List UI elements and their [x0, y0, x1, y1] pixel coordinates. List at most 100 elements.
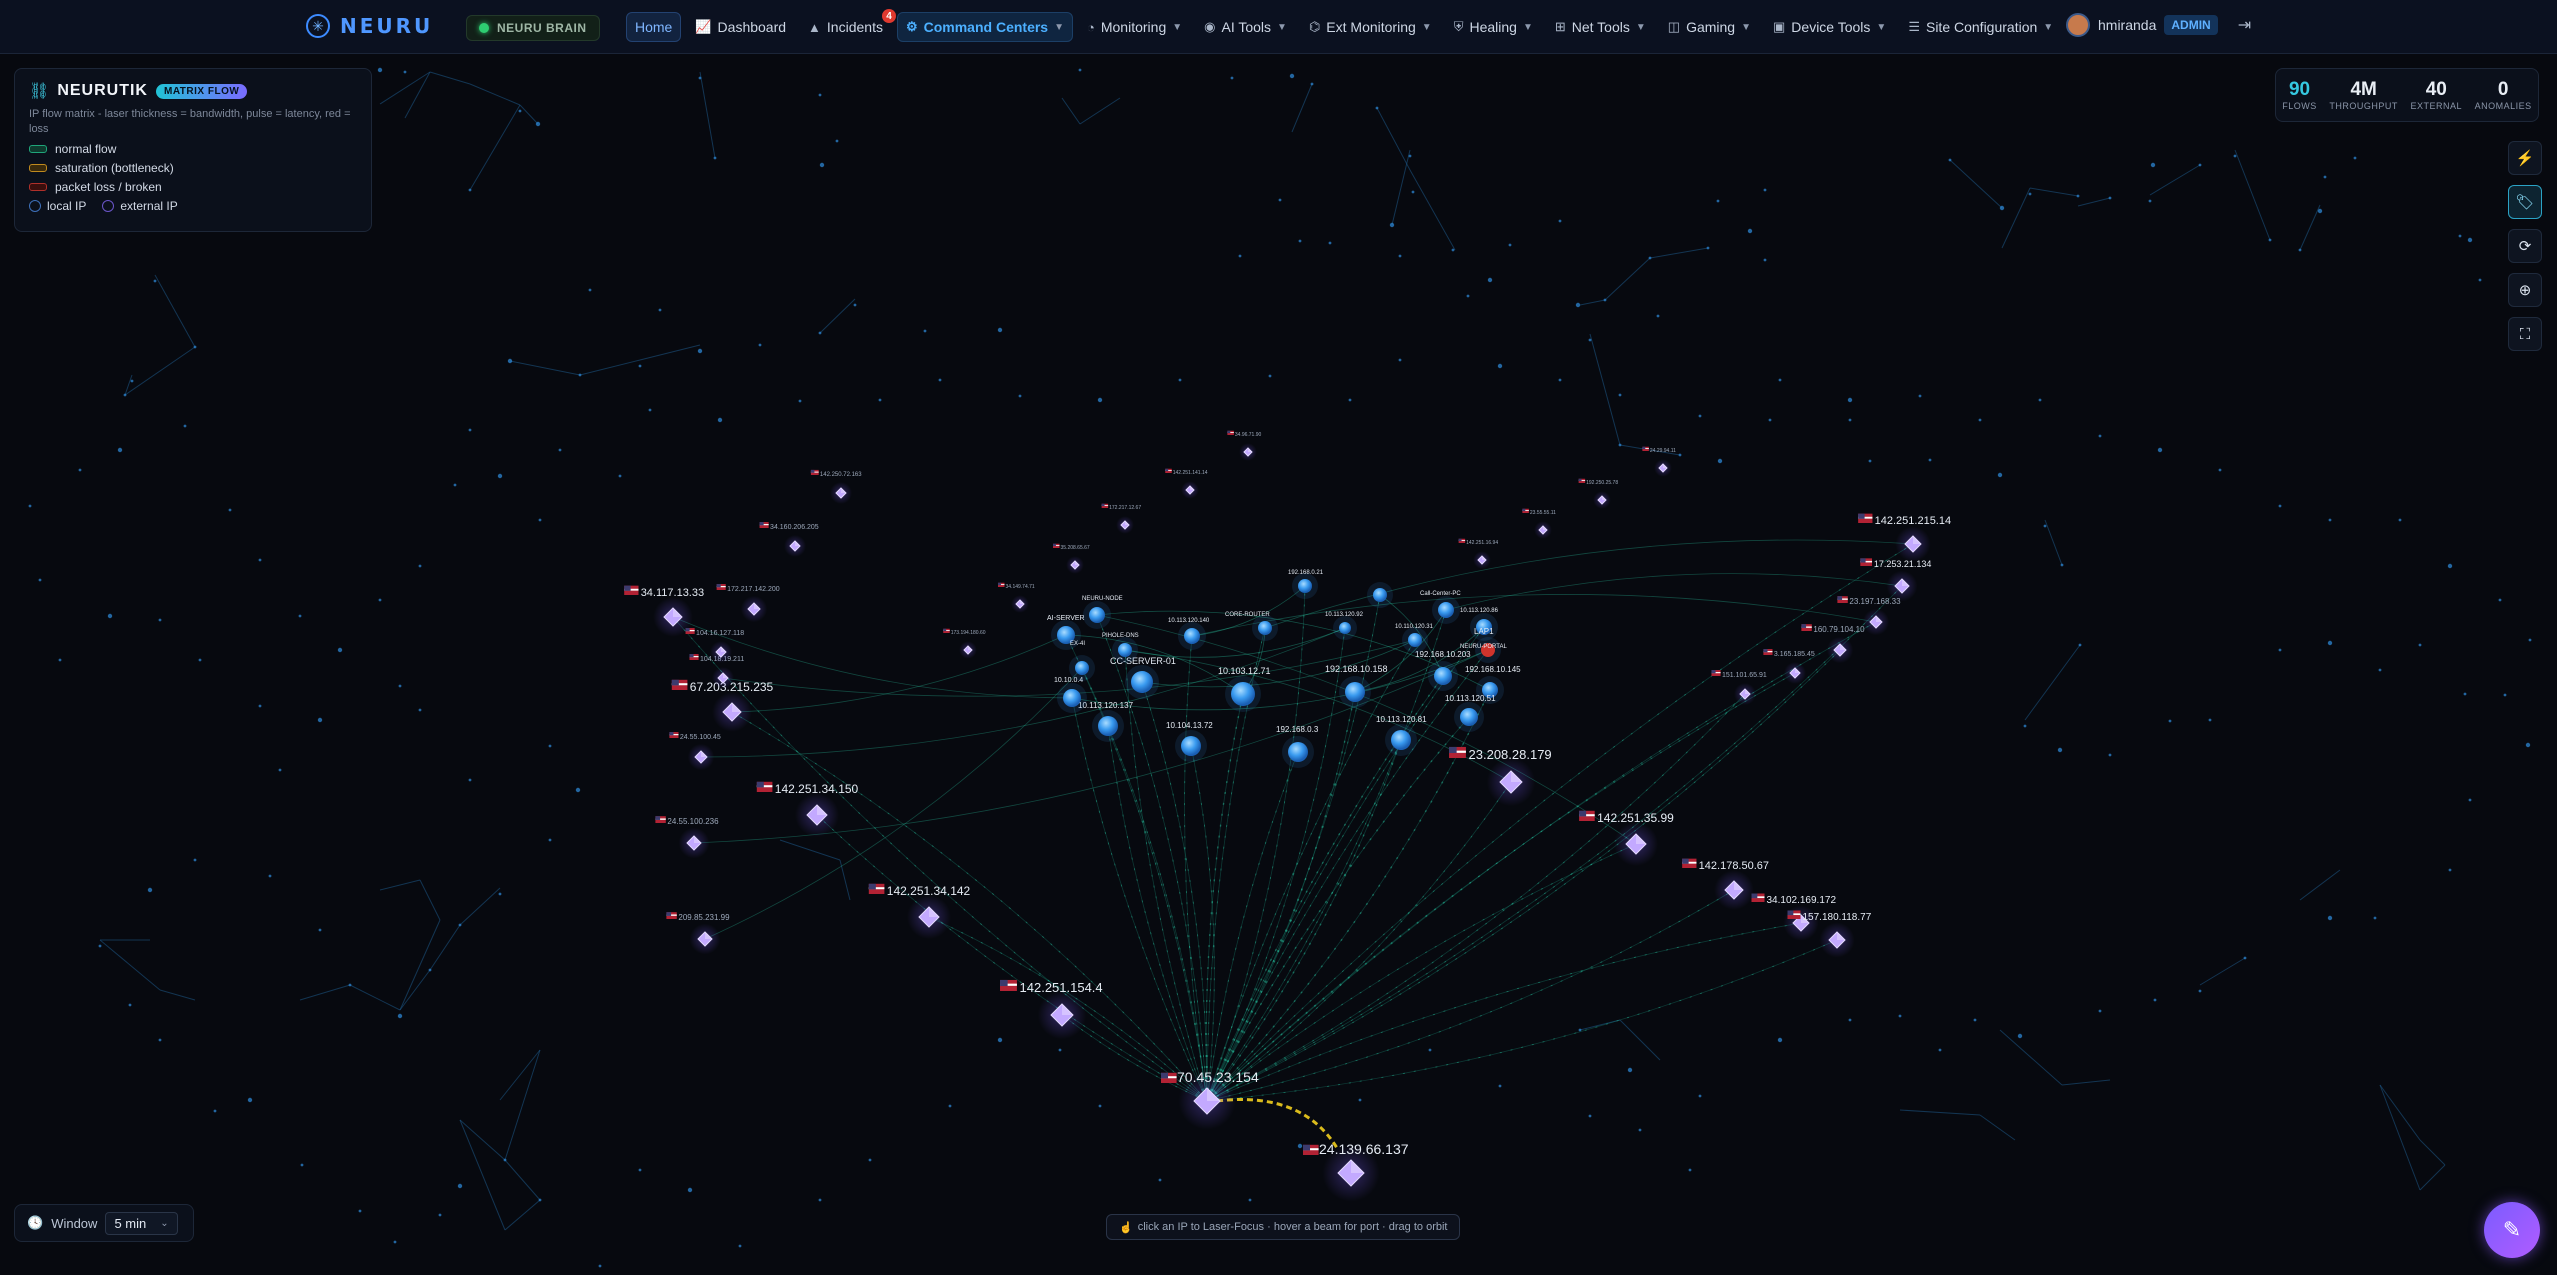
stat-label: FLOWS	[2282, 101, 2317, 111]
external-ip-label: 192.250.25.78	[1586, 480, 1618, 486]
nav-ext-monitoring[interactable]: ⌬ Ext Monitoring ▼	[1301, 12, 1440, 42]
external-ip-node[interactable]: 142.251.16.94	[1458, 538, 1499, 569]
legend-label: packet loss / broken	[55, 180, 162, 194]
main-nav: Home 📈 Dashboard ▲ Incidents 4 ⚙ Command…	[626, 9, 2061, 42]
nav-monitoring[interactable]: ◔ Monitoring ▼	[1079, 12, 1190, 42]
brand[interactable]: ✳ NEURU	[306, 14, 433, 38]
external-ip-node[interactable]: 34.149.74.71	[998, 582, 1035, 613]
nav-site-configuration[interactable]: ☰ Site Configuration ▼	[1900, 12, 2061, 42]
bolt-icon[interactable]: ⚡	[2508, 141, 2542, 175]
local-ip-node[interactable]: 10.113.120.92	[1325, 612, 1364, 640]
external-ip-node[interactable]: 151.101.65.91	[1711, 670, 1767, 705]
target-icon[interactable]: ⊕	[2508, 273, 2542, 307]
hint-text: click an IP to Laser-Focus · hover a bea…	[1137, 1221, 1448, 1233]
external-ip-label: 142.251.34.142	[887, 884, 971, 898]
brain-icon: ◉	[1204, 19, 1216, 34]
local-ip-node[interactable]: 10.113.120.81	[1376, 715, 1427, 756]
local-ip-label: 192.168.10.158	[1325, 664, 1388, 674]
nav-dashboard[interactable]: 📈 Dashboard	[687, 12, 794, 42]
external-ip-label: 209.85.231.99	[678, 913, 730, 922]
local-ip-node[interactable]: 192.168.0.21	[1288, 570, 1324, 599]
external-ip-node[interactable]: 142.250.72.163	[810, 469, 862, 504]
satellite-icon: ⌬	[1308, 19, 1321, 34]
stat-label: EXTERNAL	[2410, 101, 2463, 111]
local-ip-node[interactable]: 10.10.0.4	[1054, 677, 1087, 713]
local-ip-node[interactable]: 10.113.120.140	[1168, 618, 1210, 650]
tag-icon[interactable]: 🏷	[2508, 185, 2542, 219]
local-ip-node[interactable]: PIHOLE-DNS	[1102, 633, 1139, 663]
external-ip-node[interactable]: 34.160.206.205	[759, 522, 819, 557]
local-ip-label: 10.113.120.86	[1460, 608, 1499, 614]
nav-ai-tools-label: AI Tools	[1221, 19, 1272, 35]
nav-command-centers[interactable]: ⚙ Command Centers ▼	[896, 12, 1073, 42]
nav-gaming[interactable]: ◫ Gaming ▼	[1660, 12, 1759, 42]
external-ip-node[interactable]: 34.96.71.90	[1227, 430, 1262, 461]
top-nav-bar: ✳ NEURU NEURU BRAIN Home 📈 Dashboard ▲ I…	[0, 0, 2557, 54]
local-ip-label: 10.103.12.71	[1218, 666, 1271, 676]
external-ip-node[interactable]: 17.253.21.134	[1860, 558, 1931, 602]
external-ip-swatch	[102, 200, 115, 212]
external-ip-node[interactable]: 172.217.142.200	[716, 584, 780, 623]
ai-assistant-button[interactable]: ✎	[2484, 1202, 2540, 1258]
local-ip-label: 10.113.120.140	[1168, 618, 1210, 624]
local-ip-node[interactable]: NEURU-NODE	[1082, 596, 1123, 629]
legend-title: NEURUTIK	[57, 82, 148, 99]
time-window-control: 🕓 Window 5 min ⌄	[14, 1204, 194, 1242]
external-ip-node[interactable]: 35.208.65.67	[1053, 543, 1090, 574]
local-ip-label: AI-SERVER	[1047, 615, 1085, 622]
local-ip-node[interactable]: 192.168.10.203	[1415, 650, 1471, 691]
hub-node[interactable]: 70.45.23.154	[1161, 1069, 1259, 1130]
neuru-brain-status[interactable]: NEURU BRAIN	[466, 15, 600, 41]
external-ip-node[interactable]: 24.55.100.236	[655, 816, 719, 859]
local-ip-node[interactable]: LAP1	[1470, 613, 1498, 641]
external-ip-label: 142.251.215.14	[1875, 515, 1951, 527]
external-ip-node[interactable]: 23.208.28.179	[1449, 746, 1552, 807]
user-menu[interactable]: hmiranda ADMIN ⇥	[2066, 13, 2251, 37]
logout-icon[interactable]: ⇥	[2238, 15, 2251, 35]
local-ip-label: 10.113.120.51	[1445, 694, 1496, 703]
nav-device-tools[interactable]: ▣ Device Tools ▼	[1765, 12, 1894, 42]
external-ip-node[interactable]: 142.178.50.67	[1682, 858, 1769, 910]
fullscreen-icon[interactable]: ⛶	[2508, 317, 2542, 351]
avatar	[2066, 13, 2090, 37]
stat-value: 40	[2425, 79, 2447, 100]
local-ip-node[interactable]: 10.103.12.71	[1218, 666, 1271, 712]
external-ip-node[interactable]: 173.194.180.60	[943, 628, 986, 659]
external-ip-label: 142.251.16.94	[1466, 540, 1498, 546]
local-ip-node[interactable]: 192.168.0.3	[1276, 725, 1319, 768]
external-ip-node[interactable]: 142.251.34.150	[756, 781, 859, 837]
local-ip-label: 192.168.0.21	[1288, 570, 1324, 576]
local-ip-node[interactable]: 10.104.13.72	[1166, 721, 1213, 762]
external-ip-node[interactable]: 142.251.34.142	[868, 883, 971, 939]
nav-healing[interactable]: ⛨ Healing ▼	[1446, 12, 1541, 42]
stat-value: 4M	[2350, 79, 2377, 100]
external-ip-node[interactable]: 142.251.154.4	[1000, 979, 1103, 1040]
local-ip-node[interactable]: 10.113.120.51	[1445, 694, 1496, 732]
external-ip-node[interactable]: 23.55.55.11	[1522, 508, 1556, 539]
flow-matrix-canvas[interactable]: 10.103.12.71 192.168.10.158 192.168.10.203…	[0, 54, 2557, 1275]
external-ip-label: 157.180.118.77	[1803, 912, 1872, 923]
stat-value: 90	[2288, 79, 2311, 100]
bottleneck-peer-node[interactable]: 24.139.66.137	[1303, 1141, 1409, 1202]
external-ip-label: 24.55.100.236	[667, 817, 719, 826]
external-ip-node[interactable]: 24.55.100.45	[669, 732, 721, 771]
nav-incidents[interactable]: ▲ Incidents 4	[800, 9, 897, 42]
refresh-icon[interactable]: ⟳	[2508, 229, 2542, 263]
external-ip-label: 142.250.72.163	[820, 472, 862, 478]
external-ip-node[interactable]: 209.85.231.99	[666, 912, 730, 955]
nav-home[interactable]: Home	[626, 12, 682, 42]
local-ip-node[interactable]: CC-SERVER-01	[1110, 656, 1176, 699]
external-ip-node[interactable]: 142.251.215.14	[1858, 513, 1951, 562]
external-ip-node[interactable]: 142.251.141.14	[1165, 468, 1208, 499]
window-select[interactable]: 5 min ⌄	[105, 1211, 178, 1235]
external-ip-node[interactable]: 24.29.94.11	[1642, 446, 1676, 477]
local-ip-node[interactable]: 10.113.120.137	[1078, 701, 1134, 742]
local-ip-label: 10.110.120.31	[1395, 624, 1434, 630]
neuru-logo-icon: ✳	[306, 14, 330, 38]
nav-ai-tools[interactable]: ◉ AI Tools ▼	[1196, 12, 1295, 42]
external-ip-node[interactable]: 172.217.12.67	[1101, 503, 1142, 534]
external-ip-label: 34.102.169.172	[1767, 895, 1837, 906]
nav-net-tools[interactable]: ⊞ Net Tools ▼	[1547, 12, 1654, 42]
local-ip-node[interactable]: 10.110.120.31	[1395, 624, 1434, 653]
external-ip-node[interactable]: 192.250.25.78	[1578, 478, 1619, 509]
